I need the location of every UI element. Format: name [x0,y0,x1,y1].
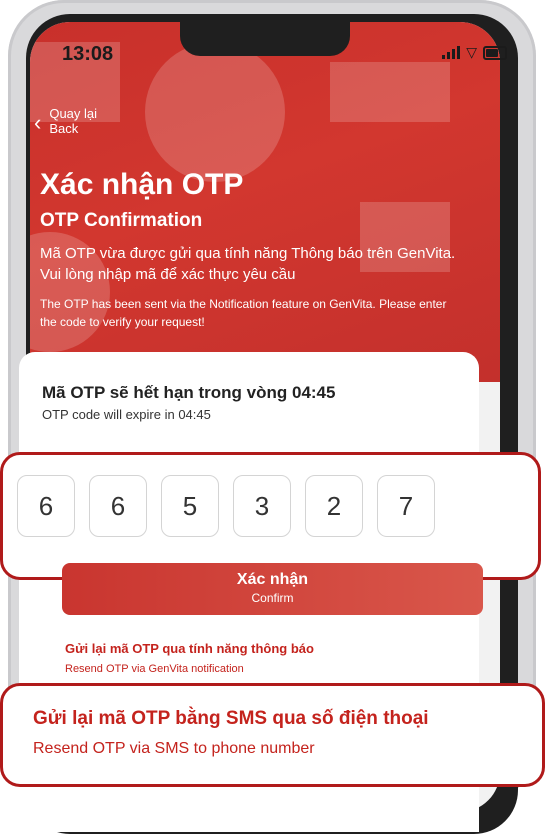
device-notch [180,22,350,56]
wifi-icon: ▽ [466,44,477,60]
confirm-button[interactable]: Xác nhận Confirm [62,563,483,615]
decor-block [330,62,450,122]
status-time: 13:08 [62,43,114,65]
otp-digit-input[interactable]: 2 [305,475,363,537]
otp-digit-input[interactable]: 6 [89,475,147,537]
resend-notification-link-en[interactable]: Resend OTP via GenVita notification [65,663,244,675]
chevron-left-icon: ‹ [34,110,42,135]
signal-icon [442,46,461,59]
status-icons: ▽ [442,44,507,61]
description-vn: Mã OTP vừa được gửi qua tính năng Thông … [40,245,456,283]
page-subtitle: OTP Confirmation [40,210,203,231]
resend-sms-link[interactable]: Gửi lại mã OTP bằng SMS qua số điện thoạ… [33,708,429,730]
back-label-en: Back [49,121,79,136]
back-label-vn: Quay lại [49,106,98,121]
resend-sms-link-en[interactable]: Resend OTP via SMS to phone number [33,740,315,758]
page-title: Xác nhận OTP [40,168,244,201]
confirm-label-vn: Xác nhận [236,571,309,588]
otp-digit-input[interactable]: 3 [233,475,291,537]
confirm-label-en: Confirm [251,591,294,605]
back-button[interactable]: ‹ Quay lại Back [34,106,97,136]
otp-digit-input[interactable]: 7 [377,475,435,537]
description-en: The OTP has been sent via the Notificati… [40,297,447,329]
otp-digit-input[interactable]: 5 [161,475,219,537]
decor-circle [145,42,285,182]
otp-digit-input[interactable]: 6 [17,475,75,537]
otp-input-group: 6 6 5 3 2 7 [17,475,435,537]
battery-icon [483,45,507,60]
sms-highlight-frame [0,683,545,787]
expiry-text-vn: Mã OTP sẽ hết hạn trong vòng 04:45 [42,383,336,402]
resend-notification-link[interactable]: Gửi lại mã OTP qua tính năng thông báo [65,641,314,656]
expiry-text-en: OTP code will expire in 04:45 [42,407,211,422]
